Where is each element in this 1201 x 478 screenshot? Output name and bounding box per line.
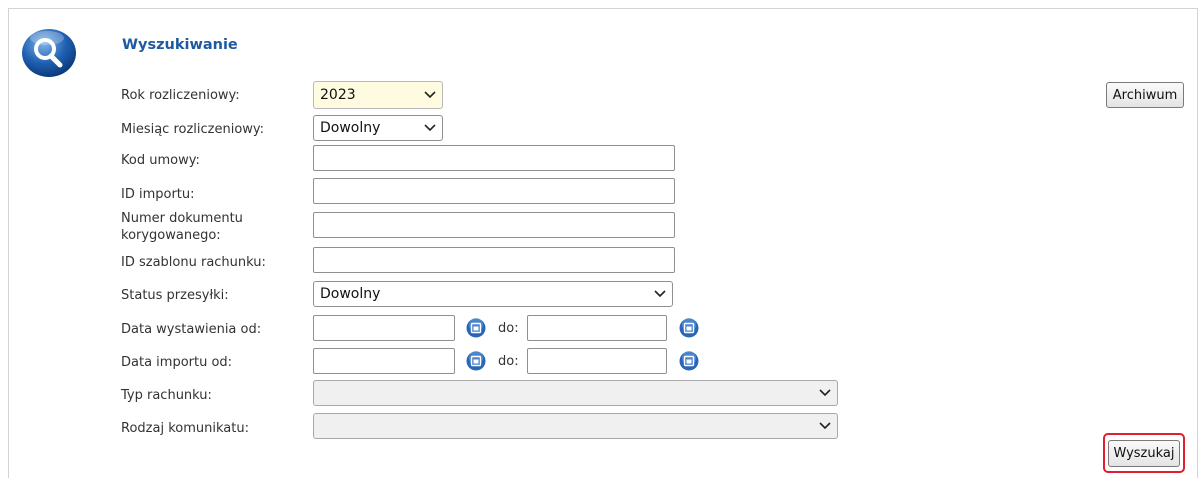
data-wystawienia-do-input[interactable]	[527, 315, 667, 341]
rodzaj-komunikatu-select[interactable]	[313, 413, 838, 439]
id-szablonu-input[interactable]	[313, 247, 675, 273]
data-wystawienia-od-input[interactable]	[313, 315, 455, 341]
search-button[interactable]: Wyszukaj	[1108, 440, 1180, 467]
data-importu-do-input[interactable]	[527, 348, 667, 374]
label-numer-dokumentu: Numer dokumentu korygowanego:	[121, 210, 301, 244]
calendar-icon[interactable]	[466, 351, 486, 371]
label-typ-rachunku: Typ rachunku:	[121, 388, 212, 403]
chevron-down-icon	[819, 389, 831, 397]
kod-umowy-input[interactable]	[313, 145, 675, 171]
archive-button[interactable]: Archiwum	[1106, 82, 1184, 108]
label-status: Status przesyłki:	[121, 288, 229, 303]
label-data-importu-do: do:	[498, 354, 519, 369]
miesiac-select[interactable]: Dowolny	[313, 115, 443, 141]
label-rok: Rok rozliczeniowy:	[121, 88, 240, 103]
typ-rachunku-select[interactable]	[313, 380, 838, 406]
calendar-icon[interactable]	[466, 318, 486, 338]
label-kod-umowy: Kod umowy:	[121, 153, 200, 168]
id-importu-input[interactable]	[313, 178, 675, 204]
numer-dokumentu-input[interactable]	[313, 212, 675, 238]
label-data-wystawienia-do: do:	[498, 321, 519, 336]
rok-select[interactable]: 2023	[313, 81, 443, 109]
label-rodzaj-komunikatu: Rodzaj komunikatu:	[121, 421, 249, 436]
status-value: Dowolny	[320, 286, 381, 302]
label-numer-dokumentu-line1: Numer dokumentu	[121, 211, 243, 226]
label-data-importu: Data importu od:	[121, 355, 233, 370]
data-importu-od-input[interactable]	[313, 348, 455, 374]
search-logo-icon	[22, 29, 76, 77]
label-id-importu: ID importu:	[121, 187, 195, 202]
label-numer-dokumentu-line2: korygowanego:	[121, 228, 221, 243]
calendar-icon[interactable]	[679, 351, 699, 371]
chevron-down-icon	[654, 290, 666, 298]
miesiac-value: Dowolny	[320, 120, 381, 136]
status-select[interactable]: Dowolny	[313, 281, 673, 307]
chevron-down-icon	[819, 422, 831, 430]
rok-value: 2023	[320, 87, 356, 103]
label-id-szablonu: ID szablonu rachunku:	[121, 255, 266, 270]
calendar-icon[interactable]	[679, 318, 699, 338]
label-miesiac: Miesiąc rozliczeniowy:	[121, 122, 265, 137]
page-title: Wyszukiwanie	[122, 37, 238, 53]
chevron-down-icon	[424, 124, 436, 132]
label-data-wystawienia: Data wystawienia od:	[121, 322, 262, 337]
chevron-down-icon	[424, 91, 436, 99]
